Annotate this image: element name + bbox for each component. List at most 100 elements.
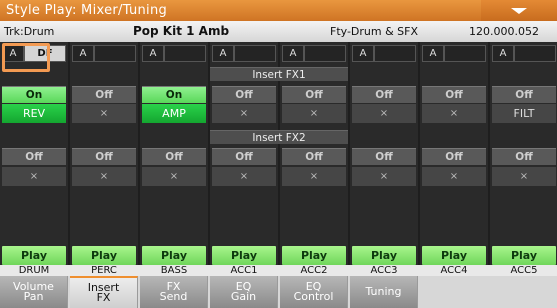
insert-fx2-toggle[interactable]: Off [282,148,346,165]
insert-fx1-toggle[interactable]: Off [422,86,486,103]
channel-mode-row: A [420,42,488,66]
tab-label: EQ Control [293,280,334,303]
mode-a-toggle[interactable]: A [142,45,164,62]
mode-a-toggle[interactable]: A [282,45,304,62]
mode-b-toggle[interactable] [164,45,206,62]
mode-b-toggle[interactable] [94,45,136,62]
insert-fx1-toggle[interactable]: On [2,86,66,103]
sound-category: Fty-Drum & SFX [330,25,419,38]
info-bar: Trk:Drum Pop Kit 1 Amb Fty-Drum & SFX 12… [0,21,557,42]
mode-a-toggle[interactable]: A [352,45,374,62]
play-button[interactable]: Play [492,246,556,265]
mode-b-toggle[interactable] [304,45,346,62]
tab-label: FX Send [159,280,188,303]
tab-eq-control[interactable]: EQ Control [280,276,348,308]
channel-mode-row: A [350,42,418,66]
channel-strip: A Off × Off × Play [70,42,138,265]
mode-b-toggle[interactable] [374,45,416,62]
insert-fx1-type[interactable]: REV [2,104,66,123]
tab-eq-gain[interactable]: EQ Gain [210,276,278,308]
insert-fx1-type[interactable]: × [282,104,346,123]
mode-b-toggle[interactable] [234,45,276,62]
insert-fx2-toggle[interactable]: Off [492,148,556,165]
insert-fx2-type[interactable]: × [492,167,556,186]
insert-fx2-toggle[interactable]: Off [422,148,486,165]
insert-fx2-type[interactable]: × [352,167,416,186]
insert-fx2-toggle[interactable]: Off [2,148,66,165]
title-bar: Style Play: Mixer/Tuning [0,0,557,21]
insert-fx2-type[interactable]: × [72,167,136,186]
channel-strip: A DF On REV Off × Play [0,42,68,265]
insert-fx1-toggle[interactable]: Off [352,86,416,103]
insert-fx2-type[interactable]: × [2,167,66,186]
insert-fx1-type[interactable]: × [212,104,276,123]
insert-fx2-toggle[interactable]: Off [212,148,276,165]
play-button[interactable]: Play [422,246,486,265]
page-title: Style Play: Mixer/Tuning [6,3,168,18]
channel-name-label: DRUM [18,265,50,276]
page-menu-button[interactable] [481,0,557,21]
channel-mode-row: A [280,42,348,66]
channel-name-label: ACC1 [230,265,258,276]
insert-fx2-toggle[interactable]: Off [142,148,206,165]
channel-mode-row: A DF [0,42,68,66]
insert-fx1-header: Insert FX1 [210,67,348,81]
insert-fx1-type[interactable]: FILT [492,104,556,123]
insert-fx1-type[interactable]: × [352,104,416,123]
insert-fx1-toggle[interactable]: On [142,86,206,103]
channel-strip: A On AMP Off × Play [140,42,208,265]
insert-fx2-type[interactable]: × [142,167,206,186]
mode-a-toggle[interactable]: A [422,45,444,62]
tab-label: Tuning [365,285,402,298]
chevron-down-icon [511,7,527,14]
channel-name-label: BASS [160,265,188,276]
channel-name-label: ACC5 [510,265,538,276]
channel-mode-row: A [70,42,138,66]
insert-fx2-type[interactable]: × [282,167,346,186]
mode-a-toggle[interactable]: A [492,45,514,62]
tab-volume-pan[interactable]: Volume Pan [0,276,68,308]
play-button[interactable]: Play [72,246,136,265]
channel-strip: A Off × Off × Play [420,42,488,265]
insert-fx1-type[interactable]: × [422,104,486,123]
channel-labels: DRUM PERC BASS ACC1 ACC2 ACC3 ACC4 ACC5 [0,265,557,276]
channel-name-label: ACC2 [300,265,328,276]
play-button[interactable]: Play [142,246,206,265]
mode-b-toggle[interactable] [444,45,486,62]
mode-a-toggle[interactable]: A [212,45,234,62]
mode-b-toggle[interactable] [514,45,556,62]
insert-fx1-type[interactable]: × [72,104,136,123]
channel-name-label: ACC3 [370,265,398,276]
tab-insert-fx[interactable]: Insert FX [70,276,138,308]
insert-fx1-type[interactable]: AMP [142,104,206,123]
track-name: Trk:Drum [4,25,55,38]
insert-fx2-toggle[interactable]: Off [352,148,416,165]
tab-label: EQ Gain [230,280,257,303]
play-button[interactable]: Play [352,246,416,265]
insert-fx1-toggle[interactable]: Off [72,86,136,103]
mixer-grid: A DF On REV Off × Play A Off × Off × Play A On AMP Off × P… [0,42,557,265]
mode-a-toggle[interactable]: A [2,45,24,62]
insert-fx2-type[interactable]: × [422,167,486,186]
play-button[interactable]: Play [282,246,346,265]
insert-fx1-toggle[interactable]: Off [282,86,346,103]
channel-strip: A Off FILT Off × Play [490,42,557,265]
play-button[interactable]: Play [2,246,66,265]
sound-name[interactable]: Pop Kit 1 Amb [133,24,229,38]
tab-tuning[interactable]: Tuning [350,276,418,308]
mode-a-toggle[interactable]: A [72,45,94,62]
tab-bar: Volume Pan Insert FX FX Send EQ Gain EQ Cont… [0,276,557,308]
channel-mode-row: A [210,42,278,66]
play-button[interactable]: Play [212,246,276,265]
tab-fx-send[interactable]: FX Send [140,276,208,308]
insert-fx1-toggle[interactable]: Off [212,86,276,103]
channel-name-label: PERC [91,265,117,276]
mode-b-toggle[interactable]: DF [24,45,66,62]
channel-mode-row: A [140,42,208,66]
channel-mode-row: A [490,42,557,66]
channel-strip: A Off × Off × Play [350,42,418,265]
insert-fx2-type[interactable]: × [212,167,276,186]
insert-fx2-header: Insert FX2 [210,130,348,144]
insert-fx1-toggle[interactable]: Off [492,86,556,103]
insert-fx2-toggle[interactable]: Off [72,148,136,165]
